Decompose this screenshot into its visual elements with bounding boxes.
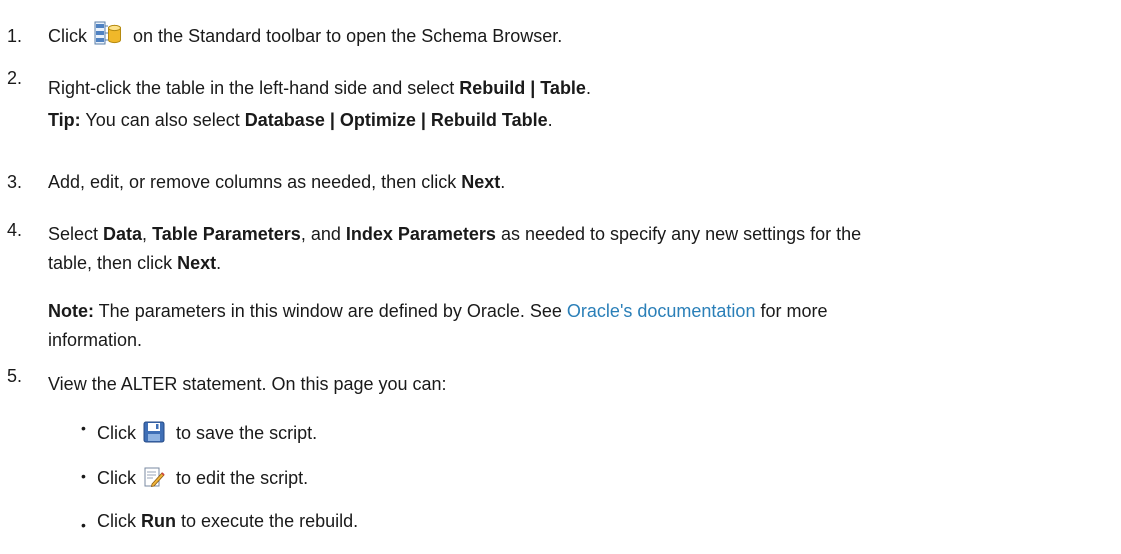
step-text-continued: table, then click Next. bbox=[48, 253, 222, 273]
bullet: • bbox=[81, 517, 86, 533]
bullet: • bbox=[81, 468, 86, 484]
menu-path: Database | Optimize | Rebuild Table bbox=[244, 110, 548, 130]
step-number: 5. bbox=[7, 366, 23, 386]
step-number: 3. bbox=[7, 172, 23, 192]
step-text: Right-click the table in the left-hand s… bbox=[48, 78, 591, 98]
bullet: • bbox=[81, 420, 86, 436]
note-label: Note: bbox=[48, 301, 94, 321]
tip-paragraph: Tip: You can also select Database | Opti… bbox=[48, 110, 553, 130]
note-paragraph: Note: The parameters in this window are … bbox=[48, 301, 828, 321]
step-text: Click on the Standard toolbar to open th… bbox=[48, 20, 1113, 52]
tip-label: Tip: bbox=[48, 110, 81, 130]
step-text: Select Data, Table Parameters, and Index… bbox=[48, 224, 862, 244]
button-name: Run bbox=[141, 511, 176, 531]
step-number: 1. bbox=[7, 26, 23, 46]
step-text: Add, edit, or remove columns as needed, … bbox=[48, 172, 506, 192]
save-icon bbox=[143, 421, 165, 449]
oracle-documentation-link[interactable]: Oracle's documentation bbox=[567, 301, 756, 321]
button-name: Next bbox=[461, 172, 501, 192]
procedure-document: 1. Click on the Standard toolbar to open… bbox=[0, 0, 1121, 554]
edit-script-icon bbox=[143, 466, 165, 494]
step-number: 2. bbox=[7, 68, 23, 88]
note-paragraph-continued: information. bbox=[48, 330, 143, 350]
schema-browser-icon bbox=[94, 20, 122, 52]
step-text: View the ALTER statement. On this page y… bbox=[48, 374, 447, 394]
menu-path: Rebuild | Table bbox=[459, 78, 586, 98]
step-number: 4. bbox=[7, 220, 23, 240]
